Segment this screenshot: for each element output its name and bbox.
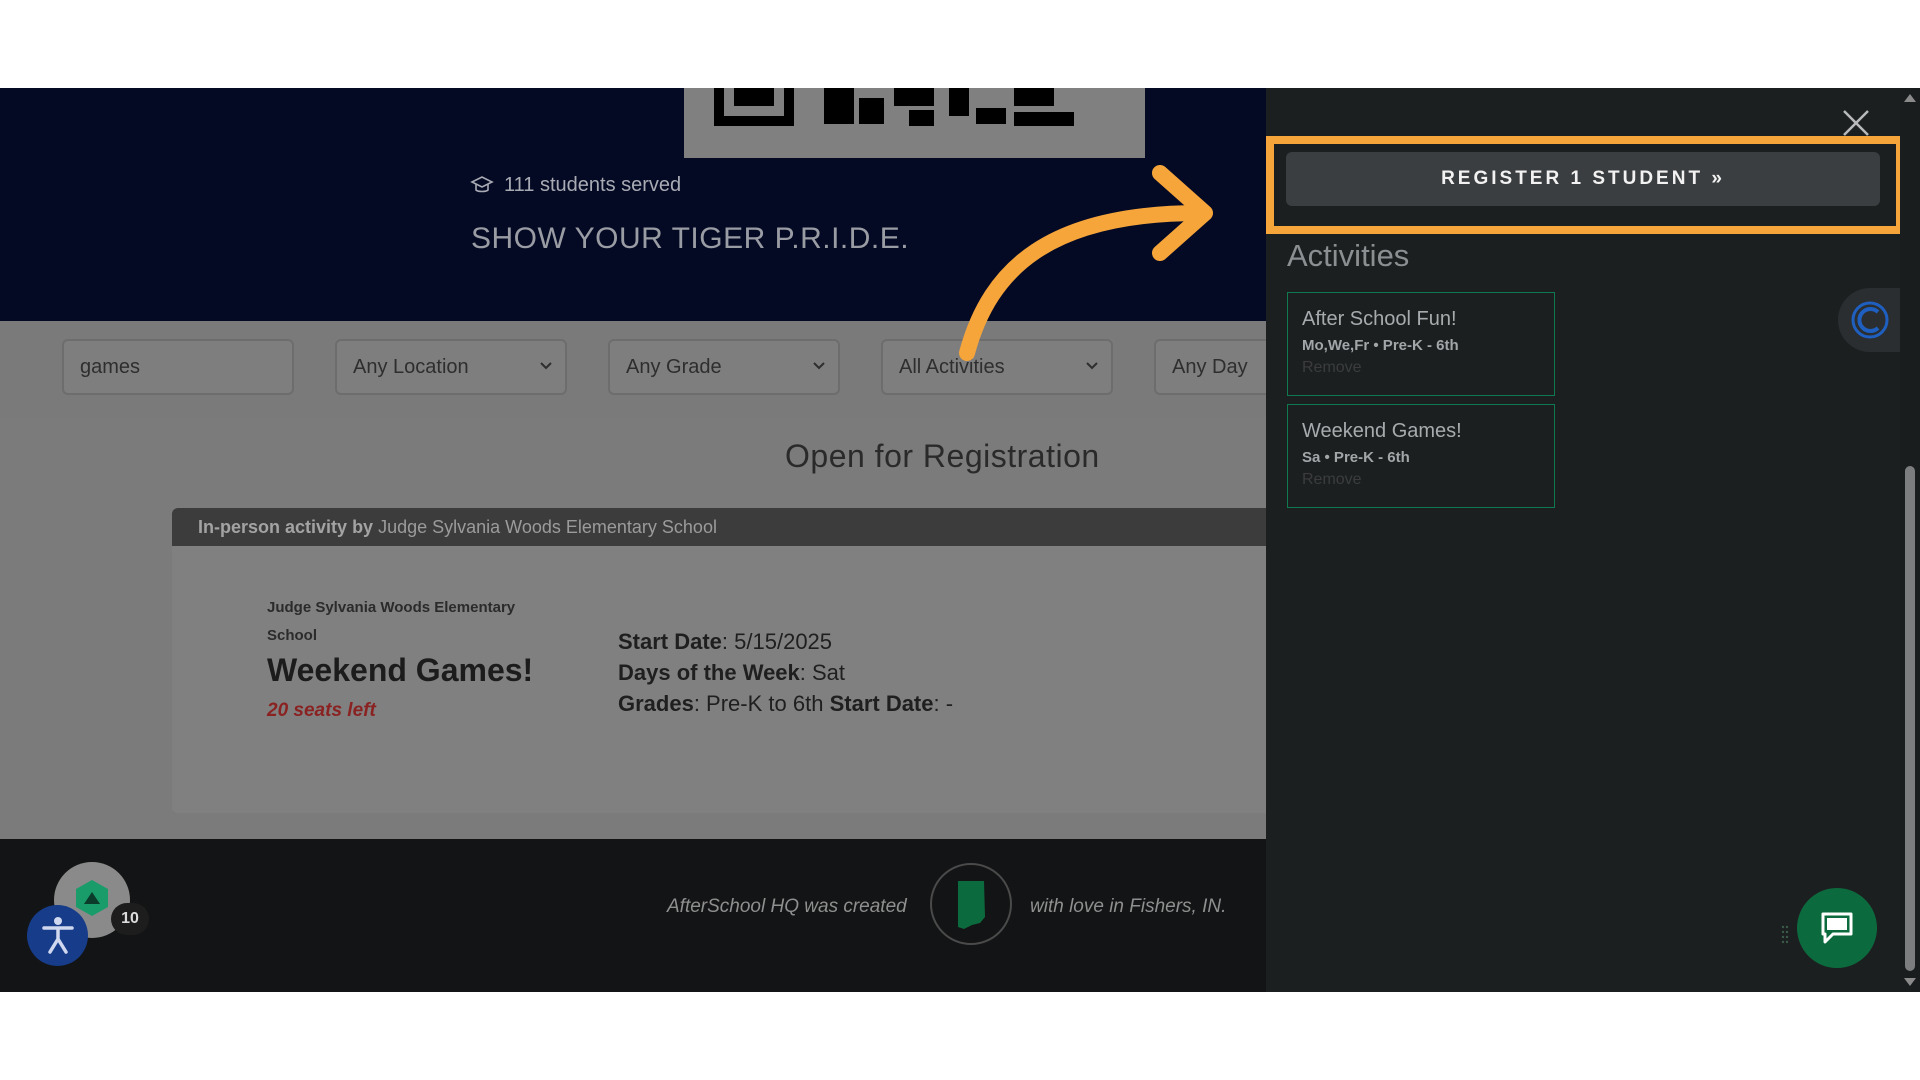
footer-text-left: AfterSchool HQ was created <box>667 896 907 917</box>
accessibility-button[interactable] <box>27 905 88 966</box>
graduation-cap-icon <box>470 175 494 192</box>
indiana-logo <box>930 863 1012 945</box>
annotation-arrow <box>959 165 1213 361</box>
card-header: In-person activity by Judge Sylvania Woo… <box>172 508 1266 546</box>
provider-name: Judge Sylvania Woods Elementary School <box>378 516 717 537</box>
activity-title[interactable]: Weekend Games! <box>267 652 533 689</box>
cart-item: Weekend Games! Sa • Pre-K - 6th Remove <box>1287 404 1555 508</box>
tagline: SHOW YOUR TIGER P.R.I.D.E. <box>471 222 910 255</box>
footer: 10 AfterSchool HQ was created with love … <box>0 839 1266 992</box>
students-served-text: 111 students served <box>504 174 682 196</box>
activities-heading: Activities <box>1287 238 1410 273</box>
side-widget-tab[interactable] <box>1838 288 1902 352</box>
grade-select[interactable]: Any Grade <box>608 339 840 395</box>
grades-label: Grades <box>618 691 694 716</box>
activity-card[interactable]: In-person activity by Judge Sylvania Woo… <box>172 508 1266 813</box>
accessibility-icon <box>42 917 74 954</box>
scroll-up-icon[interactable] <box>1904 94 1916 102</box>
scroll-down-icon[interactable] <box>1904 978 1916 986</box>
seats-left: 20 seats left <box>267 700 376 721</box>
activity-details: Start Date: 5/15/2025 Days of the Week: … <box>618 626 953 719</box>
activity-type: In-person activity <box>198 516 348 537</box>
chat-bubble-icon <box>1821 912 1853 944</box>
by-label: by <box>352 516 374 537</box>
school-name: Judge Sylvania Woods Elementary School <box>267 599 516 644</box>
cart-item-meta: Sa • Pre-K - 6th <box>1302 449 1410 466</box>
grade-select-value: Any Grade <box>626 355 722 378</box>
indiana-state-icon <box>958 881 985 929</box>
remove-link[interactable]: Remove <box>1302 471 1540 489</box>
location-select-value: Any Location <box>353 355 469 378</box>
logo-icon <box>76 880 108 916</box>
start-date-value: : 5/15/2025 <box>721 629 833 654</box>
grades-value: : Pre-K to 6th <box>693 691 824 716</box>
scrollbar[interactable] <box>1900 88 1920 992</box>
search-input-value: games <box>80 355 141 378</box>
drag-handle-icon[interactable] <box>1781 924 1789 944</box>
cart-item-title: Weekend Games! <box>1302 420 1462 442</box>
cart-item: After School Fun! Mo,We,Fr • Pre-K - 6th… <box>1287 292 1555 396</box>
start-date-label: Start Date <box>618 629 722 654</box>
days-value: : Sat <box>799 660 846 685</box>
cart-item-title: After School Fun! <box>1302 308 1457 330</box>
start-date-label-2: Start Date <box>829 691 934 716</box>
location-select[interactable]: Any Location <box>335 339 567 395</box>
cart-drawer: REGISTER 1 STUDENT » Activities After Sc… <box>1266 88 1904 992</box>
browser-viewport: 111 students served SHOW YOUR TIGER P.R.… <box>0 88 1920 992</box>
search-input[interactable]: games <box>62 339 294 395</box>
register-button[interactable]: REGISTER 1 STUDENT » <box>1286 152 1880 206</box>
refresh-circle-icon <box>1851 301 1889 339</box>
footer-text-right: with love in Fishers, IN. <box>1030 896 1227 917</box>
page-heading: Open for Registration <box>785 438 1100 474</box>
chat-button[interactable] <box>1797 888 1877 968</box>
students-served: 111 students served <box>470 174 681 197</box>
chevron-down-icon <box>540 362 552 370</box>
days-label: Days of the Week <box>618 660 800 685</box>
close-icon[interactable] <box>1841 108 1871 138</box>
notification-badge: 10 <box>111 903 149 935</box>
scrollbar-thumb[interactable] <box>1905 466 1915 971</box>
cart-item-meta: Mo,We,Fr • Pre-K - 6th <box>1302 337 1459 354</box>
chevron-down-icon <box>813 362 825 370</box>
start-date-value-2: : - <box>933 691 954 716</box>
remove-link[interactable]: Remove <box>1302 359 1540 377</box>
